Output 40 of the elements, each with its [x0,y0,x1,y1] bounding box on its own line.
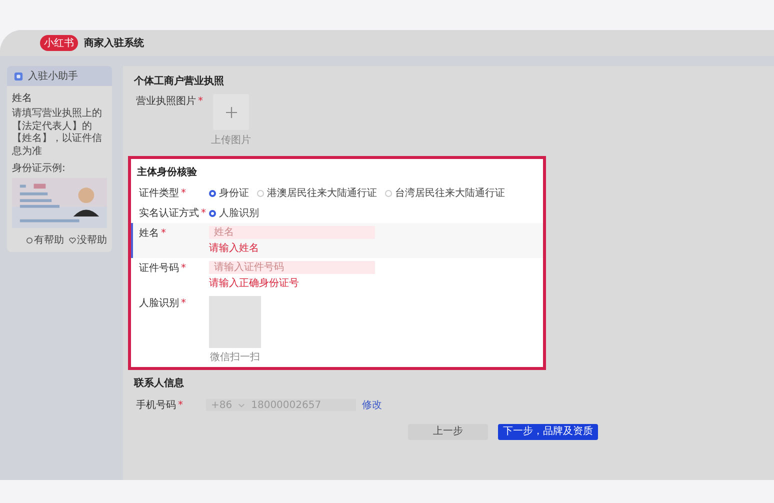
field-label: 证件类型 * [139,186,187,200]
qr-code-box [209,296,261,348]
edit-link[interactable]: 修改 [362,398,382,412]
field-label: 实名认证方式 * [139,206,207,220]
field-label: 人脸识别 * [139,297,187,311]
helper-title: 入驻小助手 [28,70,78,83]
qr-caption: 微信扫一扫 [209,350,261,364]
phone-number: 18000002657 [251,400,322,410]
field-label: 营业执照图片 * [136,94,204,109]
card-description: 请填写营业执照上的【法定代表人】的【姓名】，以证件信息为准 [12,108,103,158]
radio-option[interactable]: 港澳居民往来大陆通行证 [257,186,377,200]
heart-icon [69,236,76,244]
logo-badge: 小红书 [40,35,78,51]
upload-caption: 上传图片 [211,134,251,147]
field-label: 手机号码 * [136,398,184,412]
field-label: 证件号码 * [139,262,187,276]
section-title: 联系人信息 [132,376,185,390]
error-message: 请输入正确身份证号 [209,276,300,290]
circle-icon [26,236,33,244]
upload-box[interactable] [213,94,249,130]
card-title: 姓名 [12,92,33,105]
app-title: 商家入驻系统 [84,36,144,50]
example-label: 身份证示例: [12,162,66,175]
error-message: 请输入姓名 [209,242,260,255]
input-field[interactable]: 姓名 [209,226,375,239]
radio-option[interactable]: 人脸识别 [209,206,259,220]
caret-icon [238,402,246,408]
section-title: 个体工商户营业执照 [133,74,225,88]
field-label: 姓名 * [139,227,167,241]
input-field[interactable]: 请输入证件号码 [209,261,375,274]
section-title: 主体身份核验 [136,165,198,180]
radio-option[interactable]: 台湾居民往来大陆通行证 [385,186,505,200]
feedback-link[interactable]: 有帮助 [26,233,64,247]
app-icon [14,72,23,80]
back-button[interactable]: 上一步 [408,424,488,440]
next-button[interactable]: 下一步，品牌及资质 [498,424,598,440]
plus-icon [226,106,236,118]
feedback-link[interactable]: 没帮助 [69,233,107,247]
radio-option[interactable]: 身份证 [209,186,249,200]
country-code: +86 [211,400,232,410]
